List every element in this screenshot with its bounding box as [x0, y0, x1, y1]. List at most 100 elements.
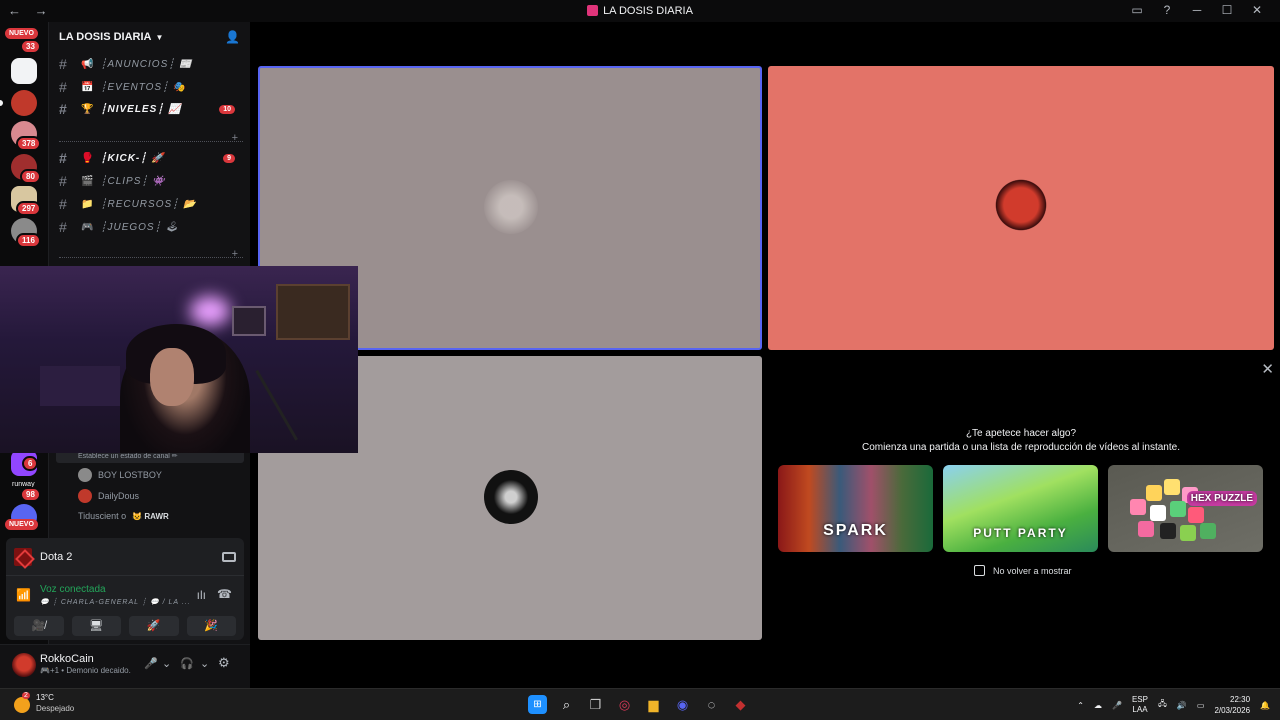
activity-card-putt-party[interactable]: PUTT PARTY [943, 465, 1098, 552]
wall-painting [276, 284, 350, 340]
activity-row: Dota 2 [6, 538, 244, 576]
task-view-icon[interactable]: ❐ [586, 695, 605, 714]
windows-taskbar: 2 13°C Despejado ⊞ ⌕ ❐ ◎ ▆ ◉ ◌ ◆ ⌃ ☁ 🎤 E… [0, 688, 1280, 720]
discord-icon[interactable]: ◉ [673, 695, 692, 714]
share-screen-icon[interactable] [222, 551, 236, 562]
screen-share-button[interactable]: 🖥 [71, 616, 121, 636]
channel-clips[interactable]: # 🎬 ┊CLIPS┊ 👾 [59, 171, 243, 191]
dashboard-icon[interactable]: ◌ [702, 695, 721, 714]
channel-emoji: 🎮 [81, 221, 95, 233]
mention-badge: 80 [20, 169, 41, 184]
category-divider[interactable] [59, 132, 243, 142]
battery-icon[interactable]: ▭ [1197, 701, 1205, 710]
webcam-overlay [0, 266, 358, 453]
voice-member[interactable]: DailyDous [78, 489, 139, 503]
disconnect-icon[interactable]: ☎ [217, 587, 232, 601]
server-icon-demon[interactable] [11, 90, 37, 116]
close-icon[interactable]: ✕ [1261, 360, 1274, 378]
volume-icon[interactable]: 🔊 [1177, 701, 1187, 710]
server-icon-white[interactable] [11, 58, 37, 84]
search-icon[interactable]: ⌕ [557, 695, 576, 714]
close-window-button[interactable]: ✕ [1242, 3, 1272, 17]
maximize-button[interactable]: ☐ [1212, 3, 1242, 17]
channel-recursos[interactable]: # 📁 ┊RECURSOS┊ 📂 [59, 194, 243, 214]
username[interactable]: RokkoCain [40, 653, 94, 665]
window-title-text: LA DOSIS DIARIA [603, 5, 693, 17]
opera-icon[interactable]: ◎ [615, 695, 634, 714]
add-channel-icon[interactable]: + [232, 248, 238, 260]
wall-picture [232, 306, 266, 336]
channel-niveles[interactable]: # 🏆 ┊NIVELES┊ 📈 10 [59, 99, 243, 119]
activity-card-hex-puzzle[interactable]: HEX PUZZLE [1108, 465, 1263, 552]
chevron-down-icon: ▼ [155, 32, 164, 42]
gear-icon[interactable]: ⚙ [218, 655, 230, 671]
voice-member[interactable]: Tiduscient o 😺 RAWR [78, 511, 169, 521]
room-light [190, 296, 230, 326]
dota-taskbar-icon[interactable]: ◆ [731, 695, 750, 714]
add-channel-icon[interactable]: + [232, 132, 238, 144]
mic-tray-icon[interactable]: 🎤 [1112, 701, 1122, 710]
language-indicator[interactable]: ESP LAA [1132, 695, 1148, 715]
room-shelf [40, 366, 120, 406]
invite-people-icon[interactable]: 👤 [225, 30, 240, 44]
channel-label: ┊ANUNCIOS┊ 📰 [100, 58, 193, 70]
voice-channel-path[interactable]: 💬 ┊ CHARLA-GENERAL ┊ 💬 / LA ... [40, 598, 191, 606]
channel-emoji: 📢 [81, 58, 95, 70]
category-divider[interactable] [59, 248, 243, 258]
dont-show-label: No volver a mostrar [993, 565, 1072, 576]
participant-tile[interactable] [768, 66, 1274, 350]
chevron-down-icon[interactable]: ⌄ [162, 657, 171, 670]
system-tray: ⌃ ☁ 🎤 ESP LAA 🖧 🔊 ▭ 22:30 2/03/2026 🔔 [1077, 694, 1270, 716]
network-icon[interactable]: 🖧 [1158, 698, 1167, 712]
headphones-icon[interactable]: 🎧 [180, 657, 194, 670]
avatar [78, 489, 92, 503]
avatar[interactable] [12, 653, 36, 677]
date: 2/03/2026 [1214, 706, 1251, 715]
file-explorer-icon[interactable]: ▆ [644, 695, 663, 714]
chevron-down-icon[interactable]: ⌄ [200, 657, 209, 670]
taskbar-apps: ⊞ ⌕ ❐ ◎ ▆ ◉ ◌ ◆ [528, 695, 750, 714]
weather-widget[interactable]: 2 13°C Despejado [14, 692, 75, 713]
channel-juegos[interactable]: # 🎮 ┊JUEGOS┊ 🕹 [59, 217, 243, 237]
server-header[interactable]: LA DOSIS DIARIA ▼ 👤 [49, 22, 250, 52]
cloud-icon[interactable]: ☁ [1094, 701, 1102, 710]
channel-eventos[interactable]: # 📅 ┊EVENTOS┊ 🎭 [59, 77, 243, 97]
channel-kick[interactable]: # 🥊 ┊KICK-┊ 🚀 9 [59, 148, 243, 168]
mention-badge: 33 [20, 39, 41, 54]
voice-panel: Dota 2 📶 Voz conectada 💬 ┊ CHARLA-GENERA… [6, 538, 244, 640]
chevron-up-icon[interactable]: ⌃ [1077, 701, 1084, 710]
inbox-icon[interactable]: ▭ [1122, 3, 1152, 17]
signal-icon[interactable]: 📶 [16, 588, 31, 602]
voice-connection: 📶 Voz conectada 💬 ┊ CHARLA-GENERAL ┊ 💬 /… [14, 584, 236, 606]
noise-suppression-icon[interactable]: ılı [197, 588, 206, 602]
channel-label: ┊CLIPS┊ 👾 [100, 175, 166, 187]
activity-card-spark[interactable]: SPARK [778, 465, 933, 552]
activities-button[interactable]: 🚀 [129, 616, 179, 636]
weather-desc: Despejado [36, 704, 75, 713]
voice-state[interactable]: Voz conectada [40, 584, 106, 595]
new-badge: NUEVO [5, 519, 38, 530]
dont-show-again[interactable]: No volver a mostrar [974, 565, 1072, 576]
notification-bell-icon[interactable]: 🔔 [1260, 701, 1270, 710]
soundboard-button[interactable]: 🎉 [186, 616, 236, 636]
demon-avatar [994, 178, 1048, 232]
channel-label: ┊RECURSOS┊ 📂 [100, 198, 197, 210]
channel-emoji: 🥊 [81, 152, 95, 164]
checkbox[interactable] [974, 565, 985, 576]
card-title: PUTT PARTY [973, 526, 1068, 540]
channel-emoji: 🎬 [81, 175, 95, 187]
member-name: Tiduscient o [78, 511, 127, 521]
microphone-icon[interactable]: 🎤 [144, 657, 158, 670]
voice-member[interactable]: BOY LOSTBOY [78, 468, 162, 482]
title-bar: ← → LA DOSIS DIARIA ▭ ? ─ ☐ ✕ [0, 0, 1280, 22]
windows-start-icon[interactable]: ⊞ [528, 695, 547, 714]
channel-anuncios[interactable]: # 📢 ┊ANUNCIOS┊ 📰 [59, 54, 243, 74]
hash-icon: # [59, 219, 68, 235]
help-icon[interactable]: ? [1152, 3, 1182, 17]
clock[interactable]: 22:30 2/03/2026 [1214, 694, 1250, 716]
activity-subtitle: Comienza una partida o una lista de repr… [862, 442, 1180, 453]
unread-count: 10 [219, 104, 235, 114]
minimize-button[interactable]: ─ [1182, 3, 1212, 17]
channel-label: ┊JUEGOS┊ 🕹 [100, 221, 180, 233]
camera-off-button[interactable]: 🎥̸ [14, 616, 64, 636]
